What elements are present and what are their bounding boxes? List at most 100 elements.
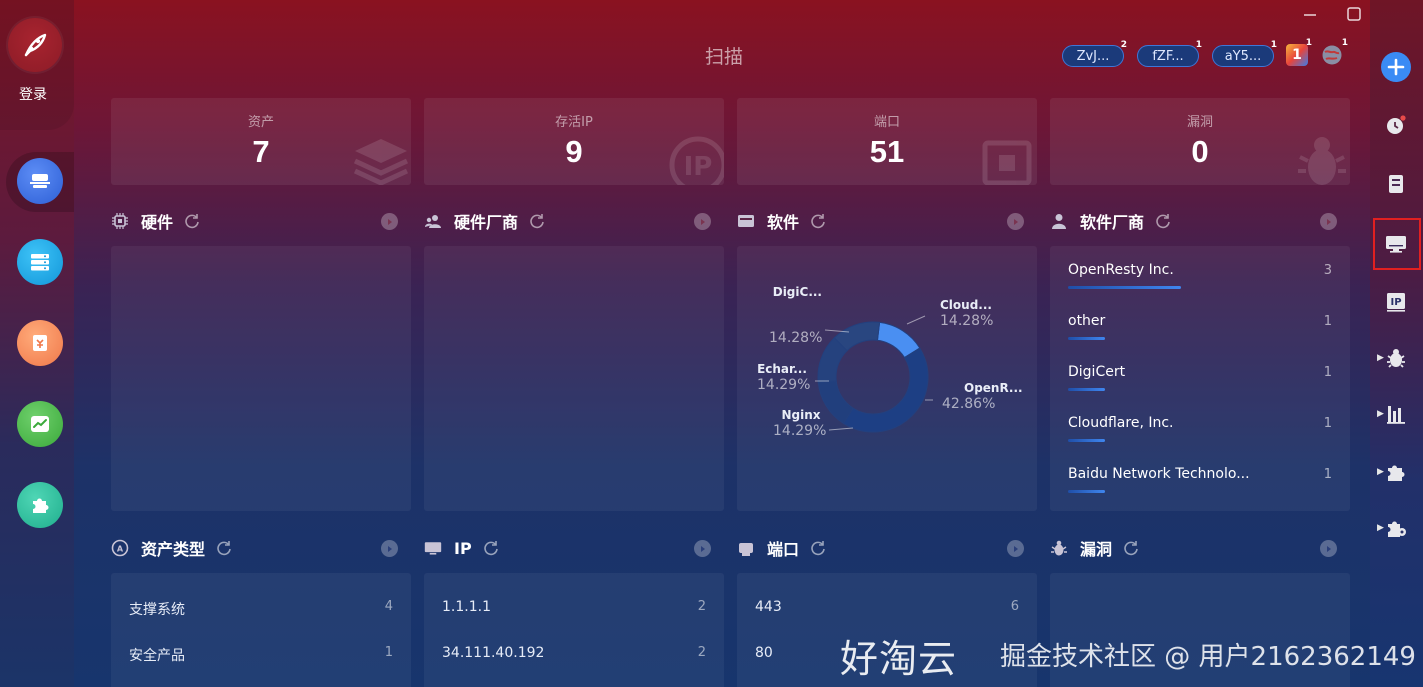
pie-slice[interactable] bbox=[842, 347, 929, 433]
nav-scan-button[interactable] bbox=[17, 158, 63, 204]
refresh-icon[interactable] bbox=[1154, 212, 1172, 230]
vendor-count: 1 bbox=[1323, 416, 1332, 431]
more-button[interactable] bbox=[1320, 213, 1337, 230]
login-label[interactable]: 登录 bbox=[0, 84, 66, 104]
stat-card-assets[interactable]: 资产 7 bbox=[111, 98, 411, 185]
report-button[interactable] bbox=[1380, 168, 1412, 200]
vendor-bar bbox=[1068, 337, 1106, 340]
add-task-button[interactable] bbox=[1380, 51, 1412, 83]
item-name: 80 bbox=[755, 645, 773, 661]
minimize-button[interactable] bbox=[1295, 2, 1325, 26]
globe-icon bbox=[1322, 45, 1342, 65]
more-button[interactable] bbox=[1320, 540, 1337, 557]
pie-label-cloudflare: Cloud... 14.28% bbox=[940, 298, 994, 329]
plus-icon bbox=[1381, 52, 1411, 82]
watermark-overlay: 掘金技术社区 @ 用户2162362149 bbox=[1000, 642, 1416, 672]
item-name: 34.111.40.192 bbox=[442, 645, 545, 661]
refresh-icon[interactable] bbox=[809, 212, 827, 230]
section-header-hardware-vendor: 硬件厂商 bbox=[424, 209, 546, 233]
plugins-button[interactable] bbox=[1380, 456, 1412, 488]
nav-monitor-button[interactable] bbox=[17, 401, 63, 447]
history-button[interactable] bbox=[1380, 109, 1412, 141]
task-tag-2[interactable]: fZF... 1 bbox=[1137, 40, 1202, 67]
clock-icon bbox=[1387, 115, 1406, 134]
more-button[interactable] bbox=[694, 213, 711, 230]
list-item[interactable]: OpenResty Inc. 3 bbox=[1068, 262, 1332, 289]
more-button[interactable] bbox=[1007, 213, 1024, 230]
list-item[interactable]: 1.1.1.1 2 bbox=[442, 599, 706, 619]
section-header-port: 端口 bbox=[737, 536, 827, 560]
list-item[interactable]: 34.111.40.192 2 bbox=[442, 645, 706, 665]
pie-leader-line bbox=[906, 315, 926, 325]
item-count: 4 bbox=[384, 599, 393, 614]
software-window-icon bbox=[737, 212, 755, 230]
task-tag-3[interactable]: aY5... 1 bbox=[1212, 40, 1277, 67]
more-button[interactable] bbox=[381, 213, 398, 230]
vendor-count: 3 bbox=[1323, 263, 1332, 278]
list-item[interactable]: Cloudflare, Inc. 1 bbox=[1068, 415, 1332, 442]
pie-label-echarts: Echar... 14.29% bbox=[757, 362, 811, 393]
stat-label: 存活IP bbox=[555, 115, 593, 130]
item-count: 2 bbox=[697, 599, 706, 614]
logo-feather-icon bbox=[24, 33, 47, 57]
app-window: 登录 扫描 ZvJ... 2 fZF... 1 aY5... 1 1 1 1 I… bbox=[0, 0, 1423, 687]
monitor-chart-icon bbox=[31, 416, 49, 432]
settings-plugins-button[interactable] bbox=[1380, 512, 1412, 544]
ip-button[interactable]: IP bbox=[1380, 286, 1412, 318]
item-name: 支撑系统 bbox=[129, 602, 185, 618]
software-vendor-panel: OpenResty Inc. 3 other 1 DigiCert 1 Clou… bbox=[1050, 246, 1350, 511]
section-title: 软件厂商 bbox=[1080, 213, 1145, 232]
bug-icon bbox=[1298, 137, 1346, 185]
svg-text:IP: IP bbox=[1390, 297, 1401, 308]
globe-tag[interactable]: 1 bbox=[1321, 38, 1348, 66]
vendor-name: Baidu Network Technolo... bbox=[1068, 466, 1250, 482]
vendor-bar bbox=[1068, 286, 1181, 289]
nav-vuln-button[interactable] bbox=[17, 320, 63, 366]
refresh-icon[interactable] bbox=[528, 212, 546, 230]
list-item[interactable]: other 1 bbox=[1068, 313, 1332, 340]
left-sidebar: 登录 bbox=[0, 0, 74, 687]
more-button[interactable] bbox=[1007, 540, 1024, 557]
maximize-button[interactable] bbox=[1339, 2, 1369, 26]
list-item[interactable]: DigiCert 1 bbox=[1068, 364, 1332, 391]
refresh-icon[interactable] bbox=[1122, 539, 1140, 557]
more-button[interactable] bbox=[381, 540, 398, 557]
refresh-icon[interactable] bbox=[215, 539, 233, 557]
task-tag-count: 1 bbox=[1270, 40, 1277, 50]
list-item[interactable]: 安全产品 1 bbox=[129, 645, 393, 665]
page-title: 扫描 bbox=[704, 46, 743, 68]
chevron-right-icon bbox=[1013, 218, 1018, 225]
nav-plugin-button[interactable] bbox=[17, 482, 63, 528]
task-tag-1[interactable]: ZvJ... 2 bbox=[1062, 40, 1127, 67]
list-item[interactable]: Baidu Network Technolo... 1 bbox=[1068, 466, 1332, 493]
nav-server-button[interactable] bbox=[17, 239, 63, 285]
stat-card-ports[interactable]: 端口 51 bbox=[737, 98, 1037, 185]
stat-card-live-ip[interactable]: 存活IP 9 IP bbox=[424, 98, 724, 185]
refresh-icon[interactable] bbox=[482, 539, 500, 557]
plug-icon bbox=[737, 539, 755, 557]
bar-chart-icon bbox=[1387, 406, 1405, 424]
vendor-count: 1 bbox=[1323, 365, 1332, 380]
users-icon bbox=[424, 212, 442, 230]
section-header-ip: IP bbox=[424, 536, 500, 560]
more-button[interactable] bbox=[694, 540, 711, 557]
pie-percent-digicert: 14.28% bbox=[769, 330, 823, 346]
section-header-software-vendor: 软件厂商 bbox=[1050, 209, 1172, 233]
vulnerability-icon bbox=[33, 335, 47, 351]
refresh-icon[interactable] bbox=[809, 539, 827, 557]
app-badge-icon[interactable]: 1 1 bbox=[1286, 38, 1312, 66]
globe-tag-count: 1 bbox=[1341, 38, 1348, 48]
watermark-brand: 好淘云 bbox=[840, 637, 958, 681]
stats-button[interactable] bbox=[1380, 398, 1412, 430]
stat-card-vulns[interactable]: 漏洞 0 bbox=[1050, 98, 1350, 185]
pie-label-digicert: DigiC... bbox=[772, 285, 822, 299]
list-item[interactable]: 443 6 bbox=[755, 599, 1019, 619]
section-header-vuln: 漏洞 bbox=[1050, 536, 1140, 560]
refresh-icon[interactable] bbox=[183, 212, 201, 230]
hardware-vendor-panel bbox=[424, 246, 724, 511]
chevron-right-icon bbox=[700, 218, 705, 225]
avatar[interactable] bbox=[8, 18, 62, 72]
vuln-button[interactable] bbox=[1380, 342, 1412, 374]
item-count: 2 bbox=[697, 645, 706, 660]
list-item[interactable]: 支撑系统 4 bbox=[129, 599, 393, 619]
